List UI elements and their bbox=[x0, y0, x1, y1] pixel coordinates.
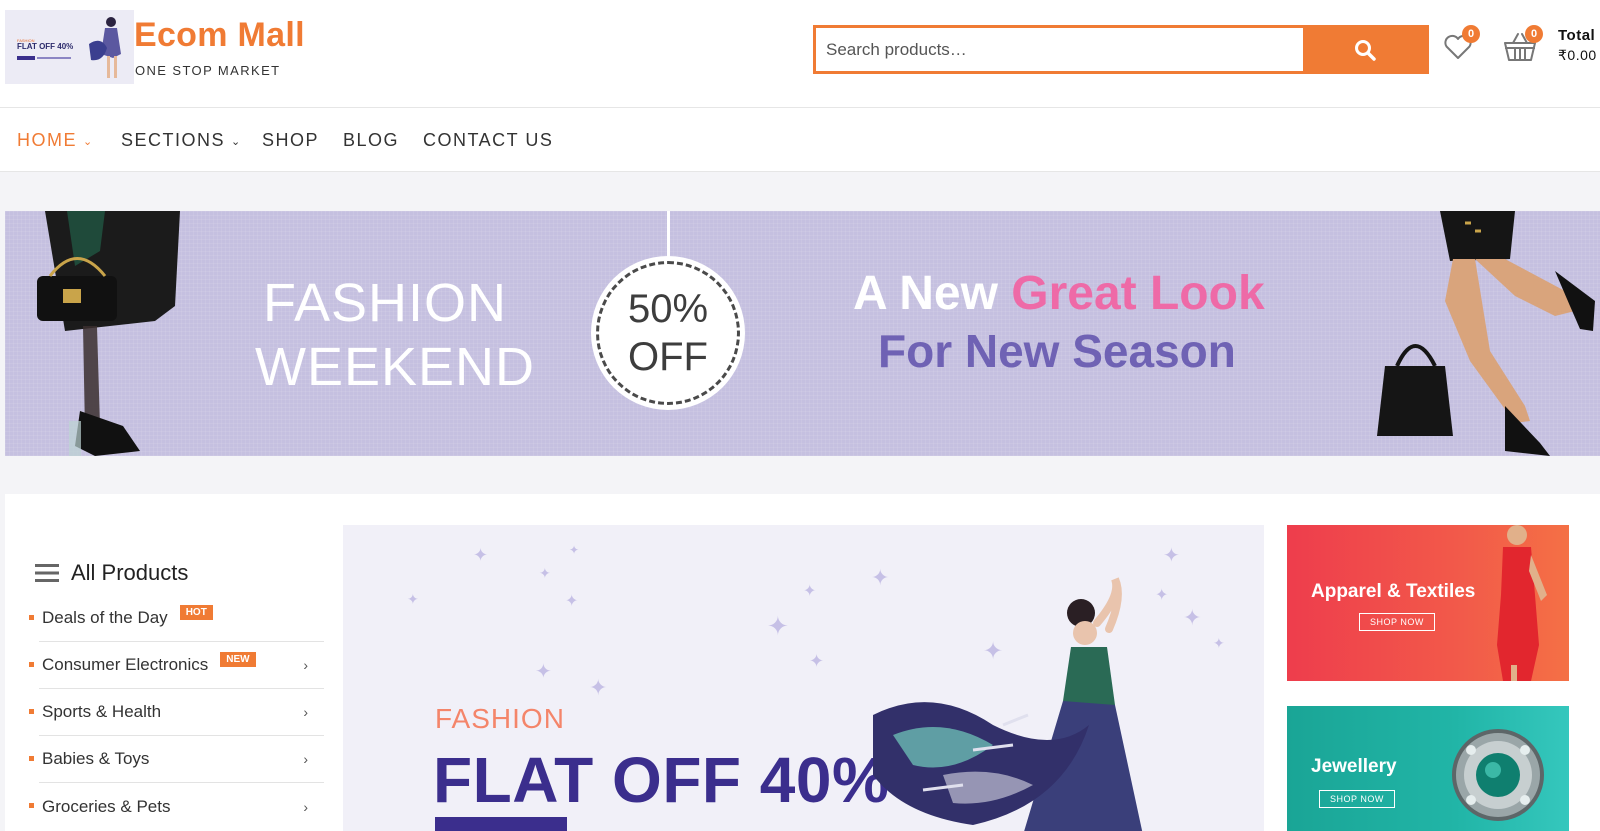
nav-item-blog[interactable]: BLOG bbox=[343, 130, 399, 151]
content-section: All Products Deals of the Day HOT Consum… bbox=[5, 494, 1600, 831]
cart-count-badge: 0 bbox=[1525, 25, 1543, 43]
nav-item-label: SECTIONS bbox=[121, 130, 226, 150]
category-label: Groceries & Pets bbox=[42, 796, 171, 816]
logo-image[interactable]: FASHION FLAT OFF 40% bbox=[5, 10, 134, 84]
cart-button[interactable]: 0 bbox=[1502, 25, 1543, 64]
hero-banner[interactable]: FASHION WEEKEND 50% OFF A New Great Look… bbox=[5, 211, 1600, 456]
logo-image-line bbox=[37, 57, 71, 59]
hot-badge: HOT bbox=[179, 604, 213, 620]
chevron-down-icon: ⌄ bbox=[231, 136, 242, 148]
cart-total-label: Total bbox=[1558, 27, 1596, 44]
jewellery-banner[interactable]: Jewellery SHOP NOW bbox=[1287, 706, 1569, 831]
wishlist-button[interactable]: 0 bbox=[1442, 25, 1480, 63]
main-banner-headline: FLAT OFF 40% bbox=[433, 744, 890, 816]
star-decoration-icon: ✦ bbox=[1163, 545, 1180, 567]
category-label: Sports & Health bbox=[42, 702, 162, 721]
logo-image-button-shape bbox=[17, 56, 35, 60]
search-button[interactable] bbox=[1303, 28, 1426, 71]
hero-model-right-image bbox=[1377, 211, 1595, 456]
search-input[interactable] bbox=[816, 28, 1303, 71]
category-list: Deals of the Day HOT Consumer Electronic… bbox=[29, 595, 324, 830]
category-item-groceries-pets[interactable]: Groceries & Pets › bbox=[29, 783, 324, 830]
site-header: FASHION FLAT OFF 40% Ecom Mall ONE STOP … bbox=[0, 0, 1600, 108]
discount-off: OFF bbox=[628, 335, 708, 379]
discount-percent: 50% bbox=[627, 287, 709, 331]
chevron-right-icon: › bbox=[303, 657, 308, 673]
search-bar bbox=[813, 25, 1429, 74]
star-decoration-icon: ✦ bbox=[569, 543, 580, 557]
star-decoration-icon: ✦ bbox=[589, 675, 608, 700]
new-badge: NEW bbox=[220, 651, 256, 667]
bullet bbox=[29, 615, 34, 620]
star-decoration-icon: ✦ bbox=[539, 565, 551, 581]
all-products-header[interactable]: All Products bbox=[35, 560, 188, 586]
logo-model-figure bbox=[89, 17, 121, 78]
nav-item-sections[interactable]: SECTIONS ⌄ bbox=[121, 130, 242, 151]
hero-tagline-b: Great Look bbox=[1011, 267, 1265, 320]
nav-item-label: CONTACT US bbox=[423, 130, 554, 150]
buy-now-button[interactable] bbox=[435, 817, 567, 831]
hero-fashion-weekend: FASHION WEEKEND bbox=[255, 271, 536, 399]
discount-tag-inner: 50% OFF bbox=[596, 261, 740, 405]
chevron-right-icon: › bbox=[303, 798, 308, 815]
hero-tag-string bbox=[667, 211, 670, 257]
nav-item-label: BLOG bbox=[343, 130, 400, 150]
jewellery-banner-title: Jewellery bbox=[1311, 756, 1397, 777]
nav-item-contact-us[interactable]: CONTACT US bbox=[423, 130, 553, 151]
hero-fashion-line2: WEEKEND bbox=[255, 337, 536, 397]
main-navigation: HOME ⌄ SECTIONS ⌄ SHOP BLOG CONTACT US bbox=[0, 108, 1600, 172]
category-label: Deals of the Day bbox=[42, 608, 168, 627]
brand-subtitle: ONE STOP MARKET bbox=[135, 63, 281, 78]
star-decoration-icon: ✦ bbox=[535, 661, 552, 683]
category-item-babies-toys[interactable]: Babies & Toys › bbox=[29, 736, 324, 783]
apparel-banner[interactable]: Apparel & Textiles SHOP NOW bbox=[1287, 525, 1569, 681]
apparel-banner-title: Apparel & Textiles bbox=[1311, 581, 1476, 602]
bullet bbox=[29, 756, 34, 761]
category-label: Babies & Toys bbox=[42, 749, 150, 768]
category-label: Consumer Electronics bbox=[42, 655, 209, 674]
nav-item-home[interactable]: HOME ⌄ bbox=[17, 130, 94, 151]
category-item-deals-of-the-day[interactable]: Deals of the Day HOT bbox=[29, 595, 324, 642]
bullet bbox=[29, 662, 34, 667]
main-banner-model-image bbox=[873, 577, 1143, 831]
apparel-shop-now-button[interactable]: SHOP NOW bbox=[1359, 613, 1435, 631]
wishlist-count-badge: 0 bbox=[1462, 25, 1480, 43]
chevron-right-icon: › bbox=[303, 704, 308, 720]
chevron-right-icon: › bbox=[303, 751, 308, 767]
cart-total-value: ₹0.00 bbox=[1558, 47, 1597, 63]
hero-tagline-a: A New bbox=[853, 267, 1012, 320]
discount-tag: 50% OFF bbox=[591, 256, 745, 410]
main-banner-kicker: FASHION bbox=[435, 703, 565, 734]
hero-fashion-line1: FASHION bbox=[262, 273, 508, 333]
brand-title[interactable]: Ecom Mall bbox=[134, 16, 305, 55]
hero-tagline-line2: For New Season bbox=[878, 325, 1236, 377]
nav-item-label: SHOP bbox=[262, 130, 320, 150]
hero-tagline-line1: A New Great Look bbox=[853, 266, 1265, 321]
star-decoration-icon: ✦ bbox=[473, 545, 489, 565]
ring-image bbox=[1452, 729, 1544, 821]
star-decoration-icon: ✦ bbox=[767, 611, 789, 641]
apparel-model-image bbox=[1497, 525, 1547, 681]
category-item-sports-health[interactable]: Sports & Health › bbox=[29, 689, 324, 736]
category-item-consumer-electronics[interactable]: Consumer Electronics NEW › bbox=[29, 642, 324, 689]
logo-image-text: FLAT OFF 40% bbox=[17, 42, 74, 51]
jewellery-shop-now-button[interactable]: SHOP NOW bbox=[1319, 790, 1395, 808]
hero-model-left-image bbox=[37, 211, 180, 456]
menu-hamburger-icon bbox=[35, 564, 59, 582]
star-decoration-icon: ✦ bbox=[565, 593, 579, 610]
nav-item-label: HOME bbox=[17, 130, 77, 150]
nav-item-shop[interactable]: SHOP bbox=[262, 130, 319, 151]
bullet bbox=[29, 709, 34, 714]
star-decoration-icon: ✦ bbox=[803, 583, 817, 600]
star-decoration-icon: ✦ bbox=[407, 591, 419, 607]
all-products-title: All Products bbox=[71, 560, 189, 585]
bullet bbox=[29, 803, 34, 808]
chevron-down-icon: ⌄ bbox=[83, 136, 94, 148]
search-icon bbox=[1354, 39, 1376, 61]
main-promo-banner[interactable]: ✦ ✦ ✦ ✦ ✦ ✦ ✦ ✦ ✦ ✦ ✦ ✦ ✦ ✦ ✦ ✦ FASHION … bbox=[343, 525, 1264, 831]
star-decoration-icon: ✦ bbox=[1213, 635, 1225, 651]
star-decoration-icon: ✦ bbox=[809, 651, 825, 671]
